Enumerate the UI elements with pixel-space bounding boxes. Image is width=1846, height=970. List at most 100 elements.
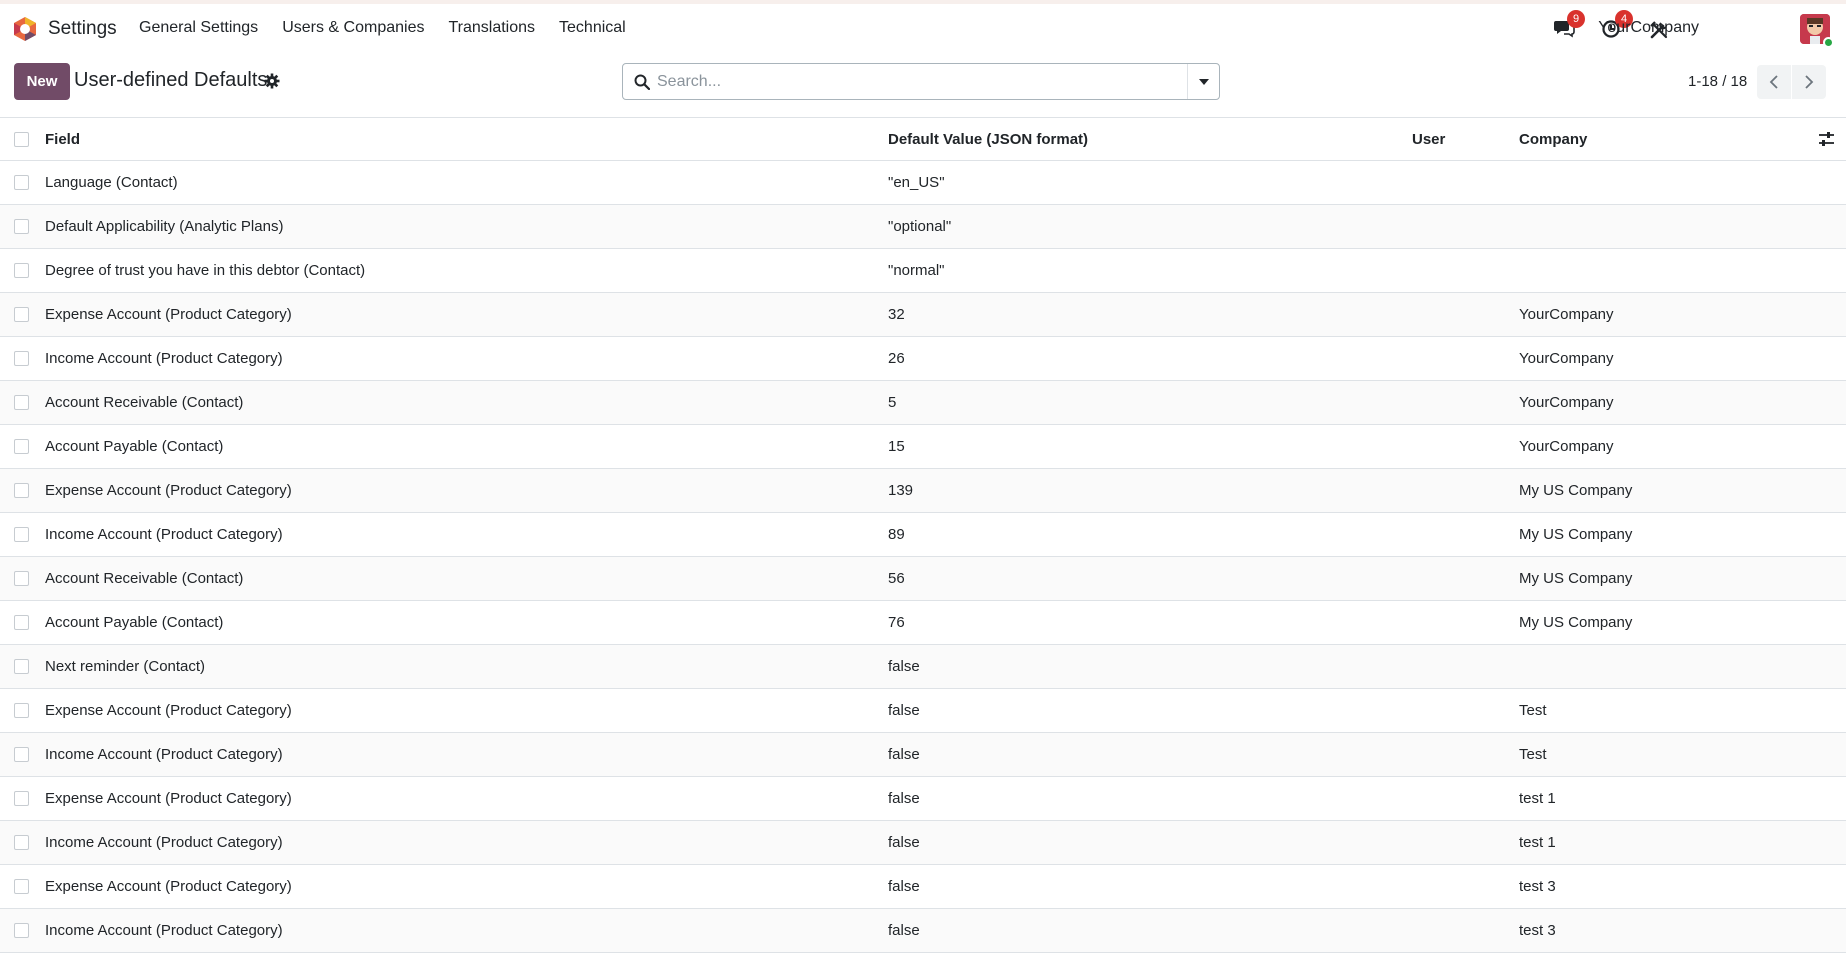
cell-default-value: false <box>888 702 920 719</box>
cell-field: Expense Account (Product Category) <box>45 482 292 499</box>
table-row[interactable]: Expense Account (Product Category) false t… <box>0 777 1846 821</box>
table-row[interactable]: Expense Account (Product Category) false t… <box>0 865 1846 909</box>
row-checkbox[interactable] <box>14 527 29 542</box>
odoo-logo-icon[interactable] <box>12 16 38 42</box>
row-checkbox[interactable] <box>14 175 29 190</box>
table-row[interactable]: Income Account (Product Category) 89 My US… <box>0 513 1846 557</box>
cell-field: Next reminder (Contact) <box>45 658 206 675</box>
column-header-field[interactable]: Field <box>45 131 80 148</box>
cell-field: Expense Account (Product Category) <box>45 306 292 323</box>
cell-default-value: "en_US" <box>888 174 945 191</box>
messages-button[interactable]: 9 <box>1553 10 1585 43</box>
table-row[interactable]: Default Applicability (Analytic Plans) "o… <box>0 205 1846 249</box>
cell-field: Default Applicability (Analytic Plans) <box>45 218 284 235</box>
cell-field: Expense Account (Product Category) <box>45 702 292 719</box>
pager-previous-button[interactable] <box>1757 65 1791 99</box>
cell-default-value: false <box>888 658 920 675</box>
page-title: User-defined Defaults <box>74 69 268 91</box>
cell-default-value: "normal" <box>888 262 945 279</box>
cell-company: test 1 <box>1519 834 1556 851</box>
cell-field: Account Receivable (Contact) <box>45 394 244 411</box>
cell-company: My US Company <box>1519 570 1633 587</box>
row-checkbox[interactable] <box>14 659 29 674</box>
cell-default-value: 76 <box>888 614 905 631</box>
gear-icon[interactable] <box>264 73 280 89</box>
cell-default-value: 15 <box>888 438 905 455</box>
column-header-default-value[interactable]: Default Value (JSON format) <box>888 131 1088 148</box>
row-checkbox[interactable] <box>14 571 29 586</box>
cell-field: Income Account (Product Category) <box>45 526 283 543</box>
cell-company: test 3 <box>1519 878 1556 895</box>
cell-field: Income Account (Product Category) <box>45 922 283 939</box>
table-row[interactable]: Expense Account (Product Category) 139 My … <box>0 469 1846 513</box>
defaults-list: Field Default Value (JSON format) User C… <box>0 118 1846 953</box>
cell-default-value: 26 <box>888 350 905 367</box>
cell-company: My US Company <box>1519 614 1633 631</box>
cell-default-value: false <box>888 878 920 895</box>
company-switcher[interactable]: YourCompany <box>1598 19 1699 37</box>
cell-default-value: "optional" <box>888 218 952 235</box>
table-row[interactable]: Degree of trust you have in this debtor … <box>0 249 1846 293</box>
cell-field: Income Account (Product Category) <box>45 834 283 851</box>
table-row[interactable]: Income Account (Product Category) false te… <box>0 909 1846 953</box>
table-row[interactable]: Expense Account (Product Category) 32 Your… <box>0 293 1846 337</box>
row-checkbox[interactable] <box>14 703 29 718</box>
column-header-company[interactable]: Company <box>1519 131 1587 148</box>
row-checkbox[interactable] <box>14 791 29 806</box>
row-checkbox[interactable] <box>14 747 29 762</box>
menu-translations[interactable]: Translations <box>448 19 535 37</box>
column-header-user[interactable]: User <box>1412 131 1445 148</box>
row-checkbox[interactable] <box>14 351 29 366</box>
row-checkbox[interactable] <box>14 307 29 322</box>
cell-default-value: false <box>888 834 920 851</box>
menu-general-settings[interactable]: General Settings <box>139 19 258 37</box>
table-row[interactable]: Account Payable (Contact) 76 My US Company <box>0 601 1846 645</box>
cell-company: YourCompany <box>1519 350 1614 367</box>
cell-company: My US Company <box>1519 526 1633 543</box>
table-row[interactable]: Expense Account (Product Category) false T… <box>0 689 1846 733</box>
row-checkbox[interactable] <box>14 923 29 938</box>
column-settings-icon[interactable] <box>1818 131 1835 147</box>
table-header: Field Default Value (JSON format) User C… <box>0 118 1846 161</box>
menu-users-companies[interactable]: Users & Companies <box>282 19 424 37</box>
search-icon <box>634 74 650 90</box>
pager-next-button[interactable] <box>1792 65 1826 99</box>
app-name[interactable]: Settings <box>48 18 117 40</box>
search-bar <box>622 63 1220 100</box>
cell-company: YourCompany <box>1519 438 1614 455</box>
table-row[interactable]: Income Account (Product Category) false te… <box>0 821 1846 865</box>
cell-company: Test <box>1519 746 1547 763</box>
cell-field: Account Payable (Contact) <box>45 438 224 455</box>
row-checkbox[interactable] <box>14 615 29 630</box>
table-row[interactable]: Income Account (Product Category) 26 YourC… <box>0 337 1846 381</box>
table-row[interactable]: Account Payable (Contact) 15 YourCompany <box>0 425 1846 469</box>
table-row[interactable]: Account Receivable (Contact) 5 YourCompany <box>0 381 1846 425</box>
table-row[interactable]: Next reminder (Contact) false <box>0 645 1846 689</box>
row-checkbox[interactable] <box>14 483 29 498</box>
pager-value[interactable]: 1-18 / 18 <box>1688 73 1747 90</box>
cell-field: Account Receivable (Contact) <box>45 570 244 587</box>
control-panel: New User-defined Defaults 1-18 / 18 <box>0 54 1846 118</box>
table-row[interactable]: Income Account (Product Category) false Te… <box>0 733 1846 777</box>
row-checkbox[interactable] <box>14 439 29 454</box>
search-options-toggle[interactable] <box>1187 64 1219 99</box>
select-all-checkbox[interactable] <box>14 132 29 147</box>
cell-field: Expense Account (Product Category) <box>45 790 292 807</box>
new-button[interactable]: New <box>14 63 70 100</box>
cell-company: test 3 <box>1519 922 1556 939</box>
table-row[interactable]: Account Receivable (Contact) 56 My US Comp… <box>0 557 1846 601</box>
main-navbar: Settings General Settings Users & Compan… <box>0 4 1846 54</box>
search-input[interactable] <box>657 70 1167 94</box>
row-checkbox[interactable] <box>14 263 29 278</box>
menu-technical[interactable]: Technical <box>559 19 626 37</box>
row-checkbox[interactable] <box>14 835 29 850</box>
cell-company: My US Company <box>1519 482 1633 499</box>
row-checkbox[interactable] <box>14 879 29 894</box>
cell-default-value: false <box>888 922 920 939</box>
row-checkbox[interactable] <box>14 219 29 234</box>
table-row[interactable]: Language (Contact) "en_US" <box>0 161 1846 205</box>
cell-default-value: false <box>888 790 920 807</box>
row-checkbox[interactable] <box>14 395 29 410</box>
cell-field: Account Payable (Contact) <box>45 614 224 631</box>
cell-default-value: 32 <box>888 306 905 323</box>
